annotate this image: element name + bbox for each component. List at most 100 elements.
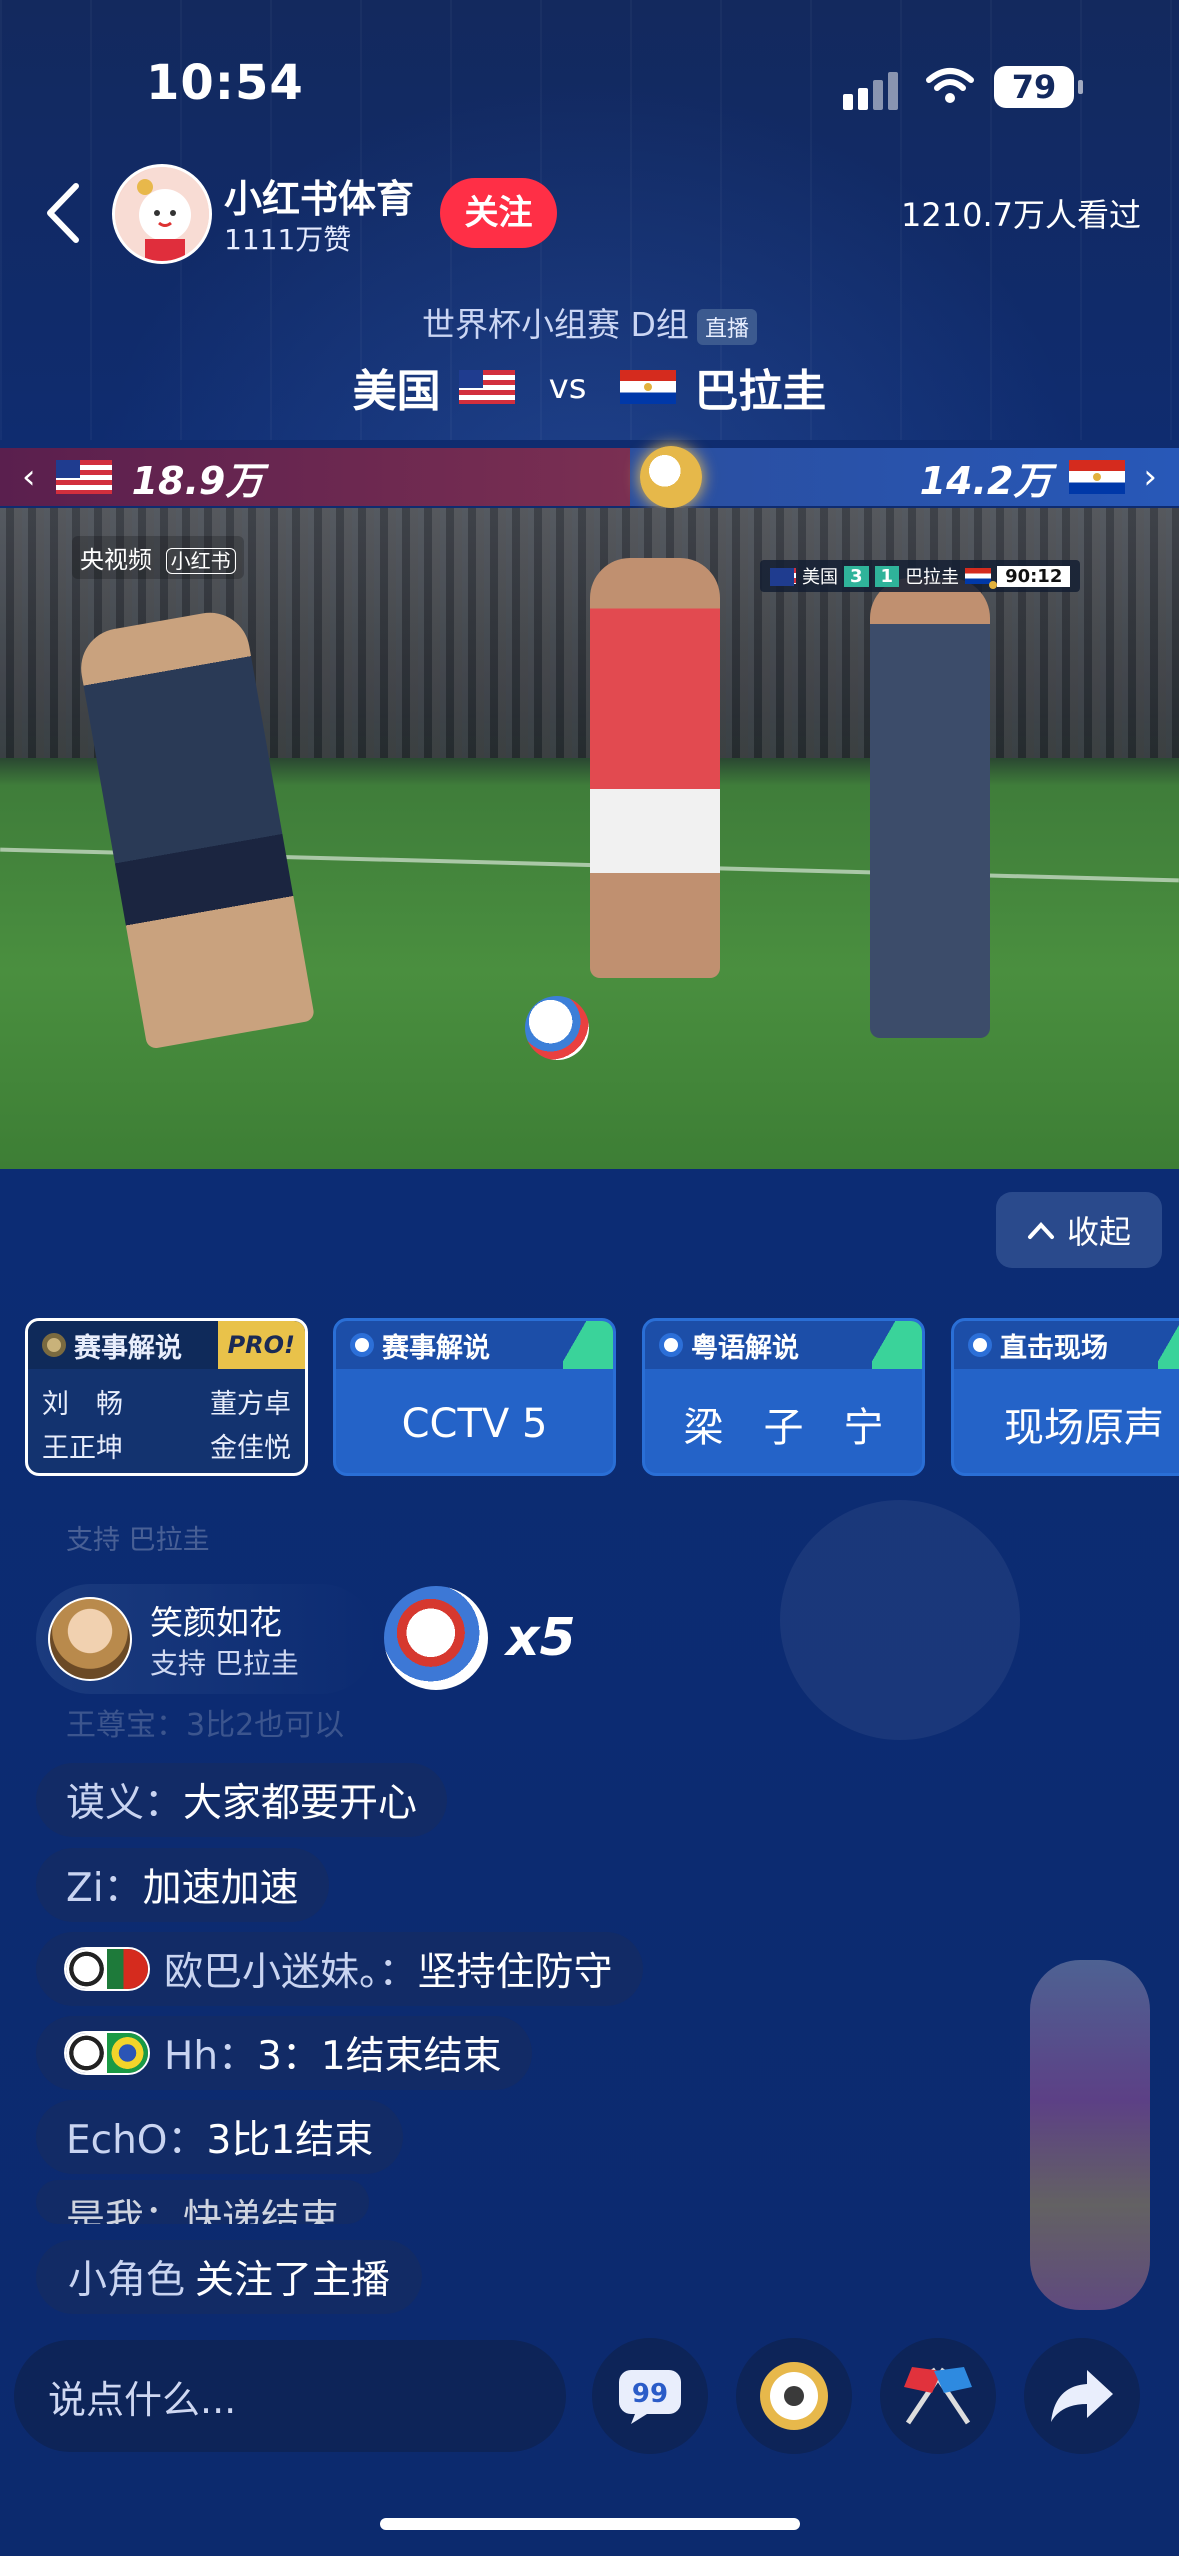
background-ball-decoration <box>780 1500 1020 1740</box>
usa-flag-icon <box>55 460 112 494</box>
live-room: 10:54 79 小红书体育 1111万赞 关注 1210.7万人看过 世界杯小… <box>0 0 1179 2556</box>
chat-message[interactable]: 谟义： 大家都要开心 <box>36 1763 448 1837</box>
gift-button[interactable] <box>736 2338 852 2454</box>
scorebug-home-score: 3 <box>844 565 869 587</box>
card-header: 赛事解说 PRO! <box>28 1321 305 1369</box>
home-team-name: 美国 <box>352 366 441 417</box>
soccer-ball-icon <box>42 1333 66 1357</box>
share-button[interactable] <box>1024 2338 1140 2454</box>
chat-text: 大家都要开心 <box>183 1781 418 1826</box>
coach-figure <box>870 578 990 1038</box>
chat-user: EchO： <box>66 2118 207 2163</box>
chat-user: Hh： <box>164 2034 258 2079</box>
matchup-title: 美国 vs 巴拉圭 <box>0 355 1179 419</box>
flags-button[interactable] <box>880 2338 996 2454</box>
gift-support-team: 支持 巴拉圭 <box>150 1647 299 1680</box>
battery-indicator: 79 <box>994 66 1083 108</box>
card-header: 直击现场 <box>954 1321 1179 1369</box>
gift-user-name: 笑颜如花 <box>150 1603 282 1642</box>
back-button[interactable] <box>38 180 88 246</box>
card-header: 粤语解说 <box>645 1321 922 1369</box>
card-title: 赛事解说 <box>74 1332 182 1364</box>
chat-user: Zi： <box>66 1866 143 1911</box>
stage-label: 世界杯小组赛 D组 <box>422 305 689 344</box>
soccer-ball-icon <box>659 1333 683 1357</box>
card-header: 赛事解说 <box>336 1321 613 1369</box>
chat-message[interactable]: Zi： 加速加速 <box>36 1848 329 1922</box>
away-support[interactable]: 14.2万 › <box>630 448 1179 506</box>
card-title: 粤语解说 <box>691 1332 799 1364</box>
vs-label: vs <box>548 367 587 407</box>
viewer-count: 1210.7万人看过 <box>901 196 1141 234</box>
home-support-count: 18.9万 <box>131 458 264 503</box>
faded-chat-line: 王尊宝：3比2也可以 <box>66 1708 345 1743</box>
chat-text: 坚持住防守 <box>417 1950 613 1995</box>
chevron-up-icon <box>1027 1222 1054 1239</box>
soccer-ball-icon <box>968 1333 992 1357</box>
commentator-name: 王正坤 <box>42 1433 123 1464</box>
usa-flag-icon <box>458 370 515 404</box>
match-stage: 世界杯小组赛 D组 直播 <box>0 298 1179 346</box>
user-avatar[interactable] <box>48 1597 132 1681</box>
commentary-card-cantonese[interactable]: 粤语解说 梁 子 宁 <box>642 1318 925 1476</box>
commentator-name: 刘 畅 <box>42 1389 123 1420</box>
match-ball <box>525 996 589 1060</box>
broadcaster-logo: 央视频 小红书 <box>72 536 244 579</box>
home-support[interactable]: ‹ 18.9万 <box>0 448 630 506</box>
chat-text: 3：1结束结束 <box>257 2034 502 2079</box>
broadcaster-name: 央视频 <box>80 546 152 574</box>
card-title: 直击现场 <box>1000 1332 1108 1364</box>
away-team-name: 巴拉圭 <box>694 366 827 417</box>
gift-ball-icon <box>384 1586 488 1690</box>
scorebug-away: 巴拉圭 <box>905 567 960 588</box>
collapse-button[interactable]: 收起 <box>996 1192 1162 1268</box>
team-badge-portugal-icon <box>64 1947 150 1991</box>
commentary-card-pro[interactable]: 赛事解说 PRO! 刘 畅 董方卓 王正坤 金佳悦 <box>25 1318 308 1476</box>
crossed-flags-icon <box>904 2367 972 2425</box>
usa-flag-icon <box>770 568 796 586</box>
paraguay-flag-icon <box>620 370 677 404</box>
host-name: 小红书体育 <box>224 177 415 221</box>
trophy-stack-icon[interactable] <box>1030 1960 1150 2310</box>
video-player[interactable]: 央视频 小红书 美国 3 1 巴拉圭 90:12 <box>0 508 1179 1169</box>
follow-button[interactable]: 关注 <box>440 178 557 248</box>
host-likes: 1111万赞 <box>224 223 352 256</box>
status-time: 10:54 <box>146 55 304 111</box>
brand-logo: 小红书 <box>165 548 236 574</box>
chat-user: 谟义： <box>66 1781 184 1826</box>
chat-message[interactable]: Hh： 3：1结束结束 <box>36 2016 532 2090</box>
away-support-count: 14.2万 <box>919 458 1052 503</box>
player-figure <box>590 558 720 978</box>
scorebug: 美国 3 1 巴拉圭 90:12 <box>760 560 1081 592</box>
ball-gift-icon <box>760 2362 828 2430</box>
commentary-card-cctv5[interactable]: 赛事解说 CCTV 5 <box>333 1318 616 1476</box>
chat-bubble-button[interactable]: 99 <box>592 2338 708 2454</box>
commentary-card-live-sound[interactable]: 直击现场 现场原声 <box>951 1318 1179 1476</box>
team-badge-brazil-icon <box>64 2031 150 2075</box>
commentator-list: 刘 畅 董方卓 王正坤 金佳悦 <box>28 1369 305 1473</box>
chat-message[interactable]: 欧巴小迷妹。： 坚持住防守 <box>36 1932 643 2006</box>
soccer-ball-icon <box>350 1333 374 1357</box>
faded-chat-line: 支持 巴拉圭 <box>66 1525 210 1556</box>
follower-name: 小角色 <box>68 2258 186 2303</box>
host-avatar[interactable] <box>112 164 212 264</box>
card-title: 赛事解说 <box>382 1332 490 1364</box>
commentator-name: 金佳悦 <box>210 1433 291 1464</box>
home-indicator[interactable] <box>380 2518 800 2530</box>
gift-count: x5 <box>506 1608 576 1668</box>
collapse-label: 收起 <box>1066 1213 1131 1251</box>
chat-message[interactable]: EchO： 3比1结束 <box>36 2100 404 2174</box>
chevron-left-icon[interactable]: ‹ <box>22 457 36 497</box>
live-badge: 直播 <box>696 308 757 345</box>
follow-notice: 小角色 关注了主播 <box>36 2240 423 2314</box>
comment-input[interactable]: 说点什么... <box>14 2340 566 2452</box>
share-arrow-icon <box>1051 2370 1113 2422</box>
follow-text: 关注了主播 <box>195 2258 391 2303</box>
gift-notice: 笑颜如花 支持 巴拉圭 <box>36 1584 376 1694</box>
support-bar[interactable]: ‹ 18.9万 14.2万 › <box>0 448 1179 506</box>
chat-text: 加速加速 <box>142 1866 299 1911</box>
chevron-right-icon[interactable]: › <box>1143 457 1157 497</box>
commentator-name: 董方卓 <box>210 1389 291 1420</box>
paraguay-flag-icon <box>1069 460 1126 494</box>
card-body: CCTV 5 <box>401 1401 548 1447</box>
